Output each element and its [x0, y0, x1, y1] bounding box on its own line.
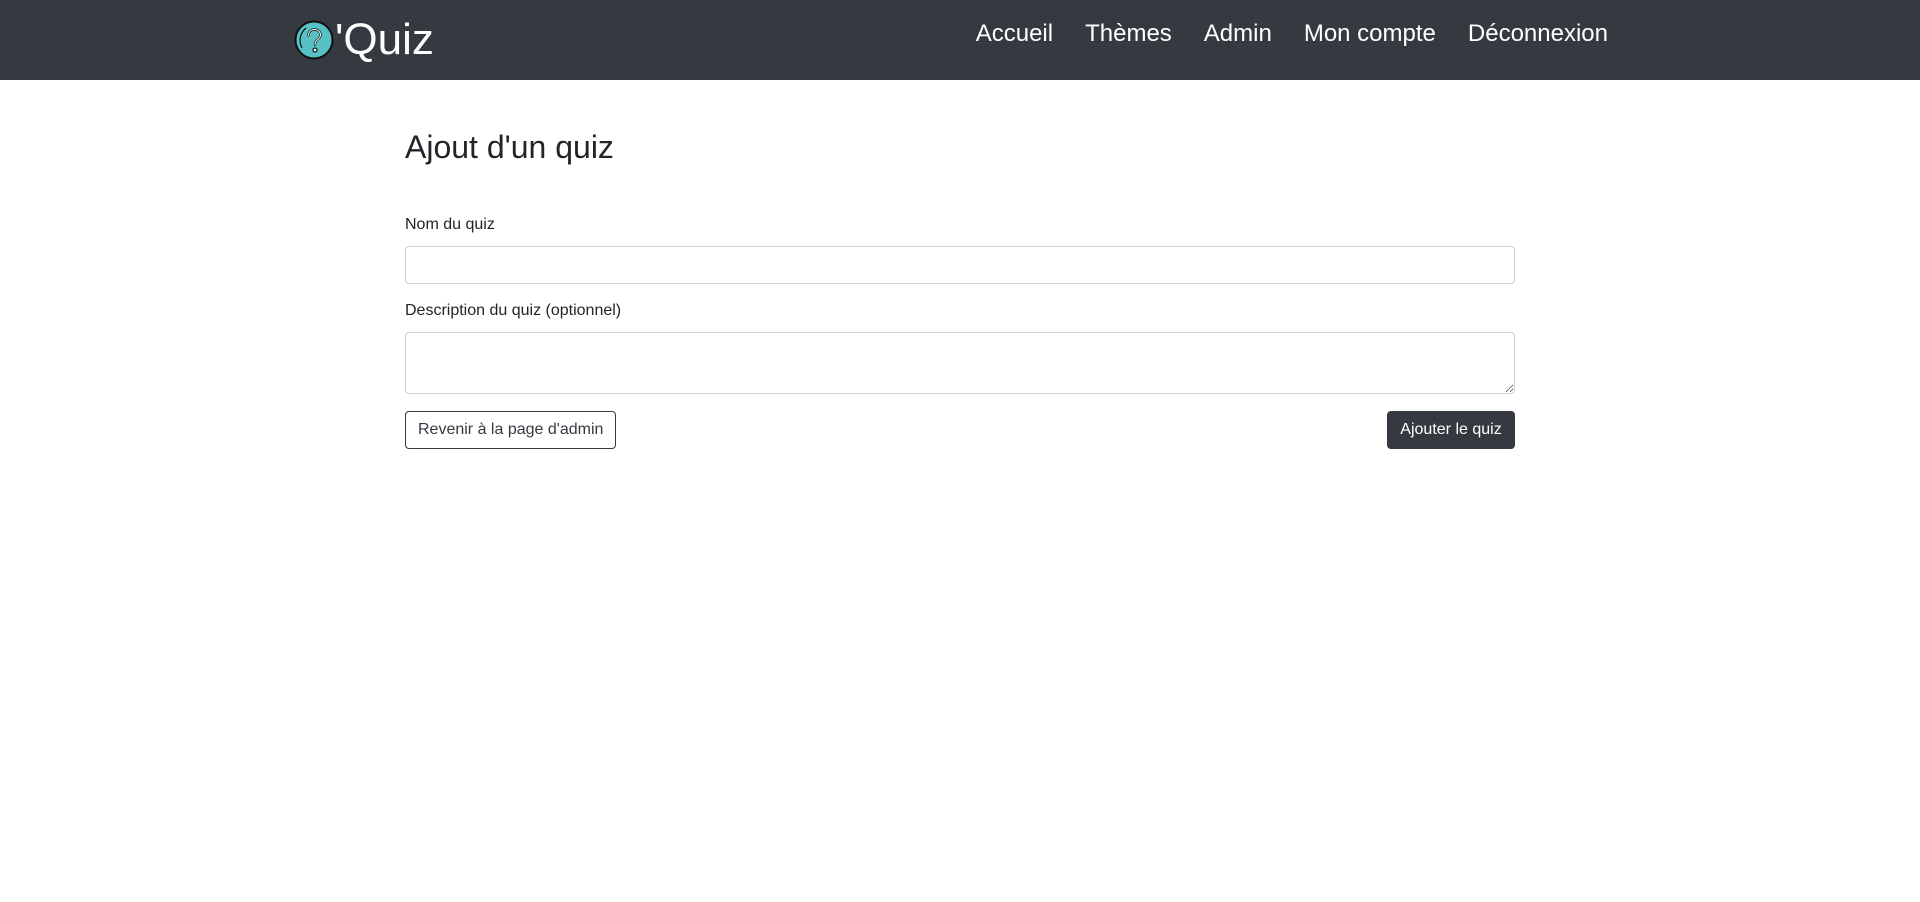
question-mark-circle-icon: [294, 20, 334, 60]
brand-title: 'Quiz: [335, 15, 434, 64]
main-nav: Accueil Thèmes Admin Mon compte Déconnex…: [976, 0, 1608, 68]
back-to-admin-button[interactable]: Revenir à la page d'admin: [405, 411, 616, 449]
quiz-name-input[interactable]: [405, 246, 1515, 284]
nav-link-deconnexion[interactable]: Déconnexion: [1468, 19, 1608, 49]
nav-link-mon-compte[interactable]: Mon compte: [1304, 19, 1436, 49]
navbar: 'Quiz Accueil Thèmes Admin Mon compte Dé…: [0, 0, 1920, 80]
quiz-name-label: Nom du quiz: [405, 216, 495, 233]
nav-link-admin[interactable]: Admin: [1204, 19, 1272, 49]
quiz-description-label: Description du quiz (optionnel): [405, 302, 622, 319]
quiz-description-textarea[interactable]: [405, 332, 1515, 394]
page-title: Ajout d'un quiz: [405, 129, 614, 165]
brand-link[interactable]: 'Quiz: [294, 16, 434, 64]
add-quiz-button[interactable]: Ajouter le quiz: [1387, 411, 1515, 449]
nav-link-themes[interactable]: Thèmes: [1085, 19, 1172, 49]
nav-link-accueil[interactable]: Accueil: [976, 19, 1053, 49]
